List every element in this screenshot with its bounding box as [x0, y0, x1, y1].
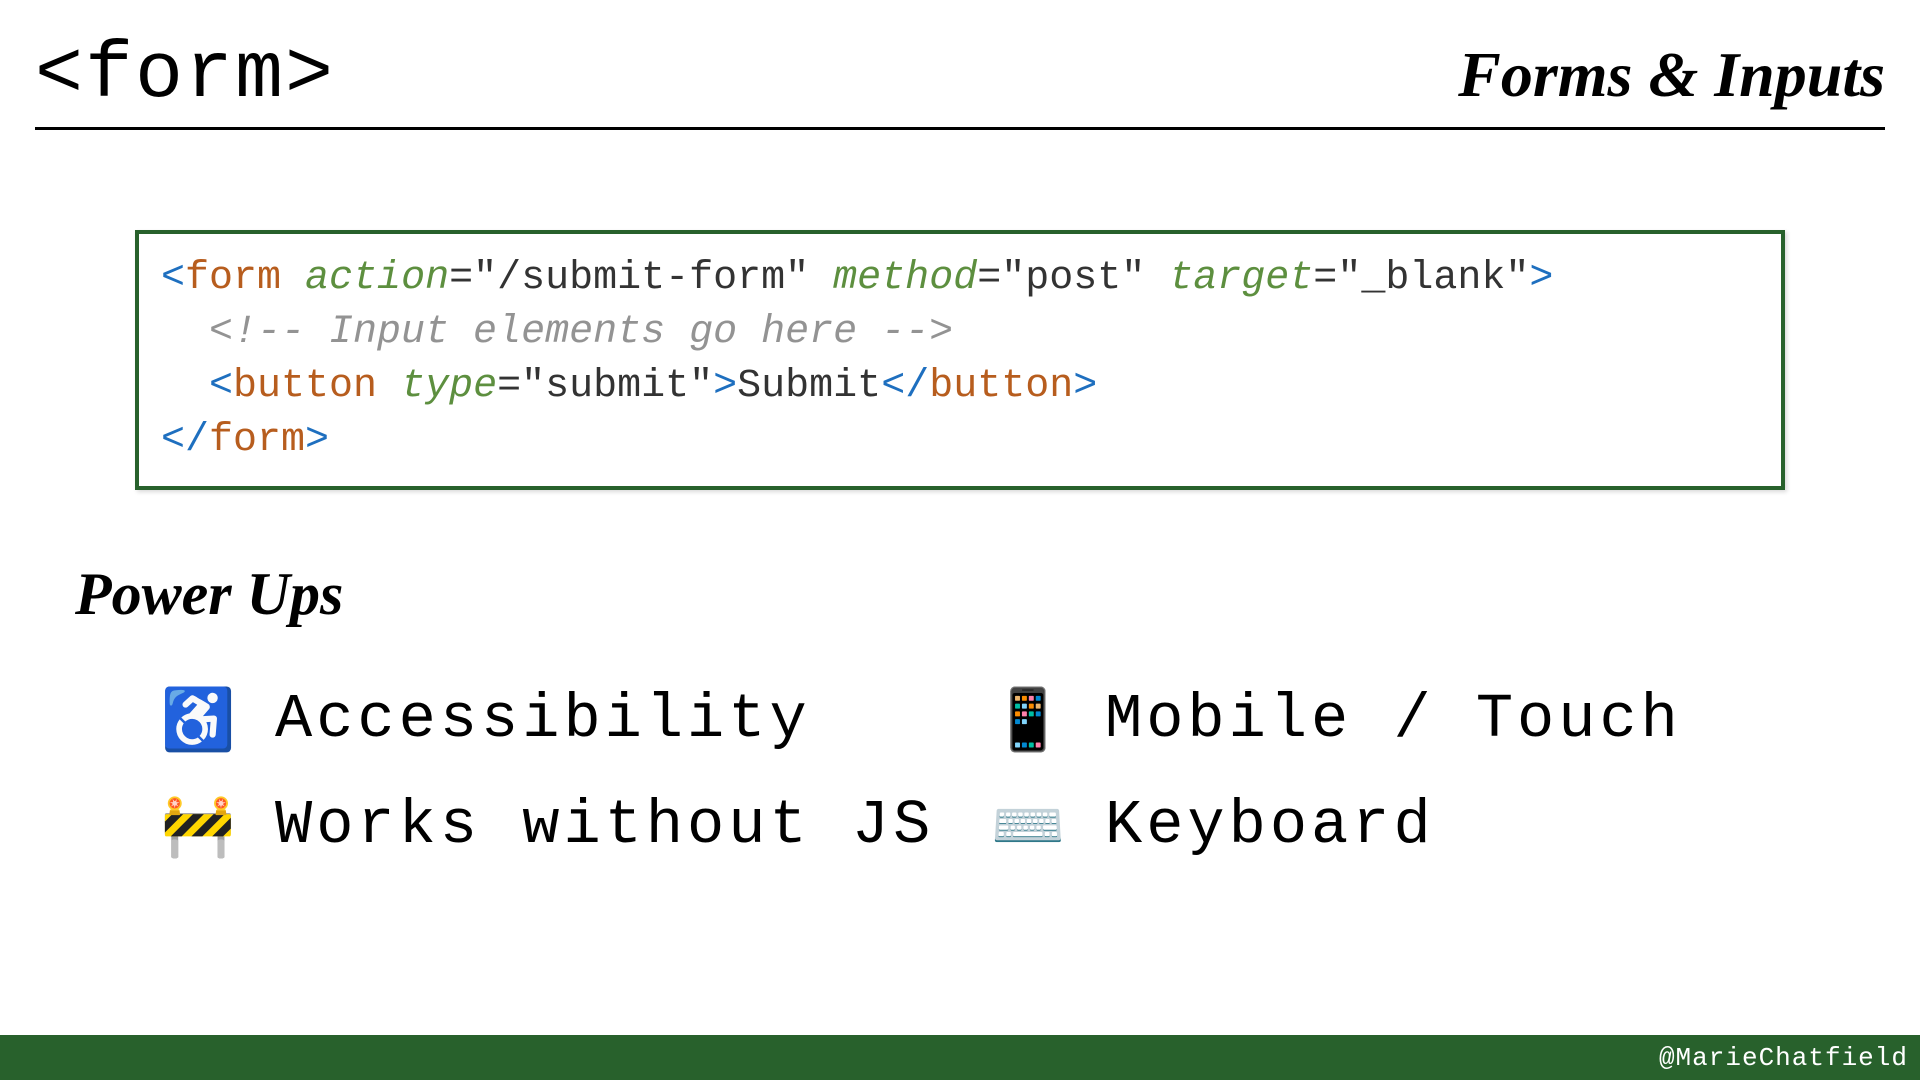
- powerup-accessibility: ♿ Accessibility: [160, 684, 990, 755]
- powerup-label: Works without JS: [275, 790, 934, 861]
- accessibility-icon: ♿: [160, 684, 240, 755]
- powerup-no-js: 🚧 Works without JS: [160, 790, 990, 861]
- powerup-keyboard: ⌨️ Keyboard: [990, 790, 1820, 861]
- powerups-grid: ♿ Accessibility 📱 Mobile / Touch 🚧 Works…: [160, 684, 1885, 861]
- keyboard-icon: ⌨️: [990, 790, 1070, 861]
- powerup-label: Mobile / Touch: [1105, 684, 1682, 755]
- powerup-mobile-touch: 📱 Mobile / Touch: [990, 684, 1820, 755]
- code-line-1: <form action="/submit-form" method="post…: [161, 256, 1553, 301]
- code-line-4: </form>: [161, 418, 329, 463]
- slide-header: <form> Forms & Inputs: [35, 30, 1885, 130]
- code-example: <form action="/submit-form" method="post…: [135, 230, 1785, 490]
- powerup-label: Accessibility: [275, 684, 811, 755]
- footer-bar: @MarieChatfield: [0, 1035, 1920, 1080]
- code-line-2: <!-- Input elements go here -->: [161, 310, 953, 355]
- construction-icon: 🚧: [160, 790, 240, 861]
- page-category: Forms & Inputs: [1458, 38, 1885, 112]
- slide: <form> Forms & Inputs <form action="/sub…: [0, 0, 1920, 1080]
- author-handle: @MarieChatfield: [1659, 1043, 1908, 1073]
- code-line-3: <button type="submit">Submit</button>: [161, 364, 1097, 409]
- powerup-label: Keyboard: [1105, 790, 1435, 861]
- page-title: <form>: [35, 30, 335, 121]
- mobile-icon: 📱: [990, 684, 1070, 755]
- powerups-heading: Power Ups: [75, 560, 1885, 629]
